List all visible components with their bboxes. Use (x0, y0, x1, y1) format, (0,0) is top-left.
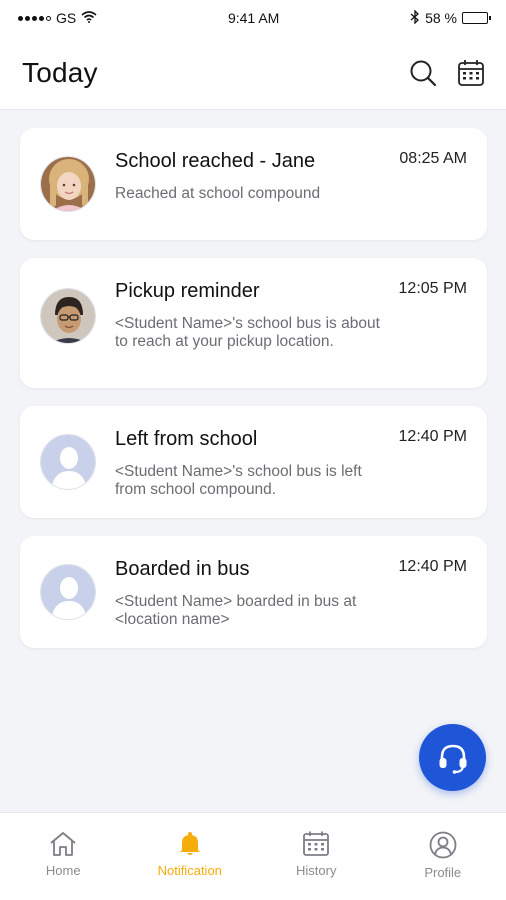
notification-card[interactable]: Boarded in bus 12:40 PM <Student Name> b… (20, 536, 487, 648)
notification-body: Reached at school compound (115, 185, 321, 202)
tab-label: Home (45, 863, 81, 878)
status-left: GS (18, 10, 97, 26)
calendar-icon (303, 831, 330, 856)
avatar-placeholder (40, 434, 96, 490)
clock-time: 9:41 AM (227, 10, 280, 26)
bell-icon (179, 832, 200, 855)
search-button[interactable] (408, 58, 438, 88)
avatar-boy (40, 288, 96, 344)
user-placeholder-icon (41, 565, 95, 619)
app-header: Today (0, 36, 506, 110)
carrier-label: GS (56, 10, 77, 26)
calendar-button[interactable] (456, 58, 486, 88)
notification-body: <Student Name>'s school bus is about to … (115, 315, 380, 350)
tab-history[interactable]: History (253, 813, 380, 900)
notification-list: School reached - Jane 08:25 AM Reached a… (20, 128, 487, 666)
notification-time: 08:25 AM (399, 150, 467, 167)
signal-icon (18, 15, 51, 21)
wifi-icon (81, 10, 97, 26)
headset-icon (439, 744, 466, 774)
search-icon (410, 60, 437, 86)
tab-label: Profile (424, 865, 462, 880)
notification-card[interactable]: Pickup reminder 12:05 PM <Student Name>'… (20, 258, 487, 388)
bottom-tab-bar: Home Notification History Profile (0, 812, 506, 900)
page-title: Today (22, 56, 98, 88)
tab-home[interactable]: Home (0, 813, 127, 900)
bluetooth-icon (410, 8, 420, 27)
battery-percentage: 58 % (425, 10, 457, 26)
user-circle-icon (429, 831, 457, 859)
battery-icon (462, 12, 491, 24)
notification-time: 12:40 PM (398, 558, 467, 575)
tab-label: History (296, 863, 337, 878)
notification-card[interactable]: School reached - Jane 08:25 AM Reached a… (20, 128, 487, 240)
status-bar: GS 9:41 AM 58 % (0, 0, 506, 36)
notification-card[interactable]: Left from school 12:40 PM <Student Name>… (20, 406, 487, 518)
tab-label: Notification (157, 863, 222, 878)
notification-body: <Student Name>'s school bus is left from… (115, 463, 362, 498)
avatar-girl (40, 156, 96, 212)
user-placeholder-icon (41, 435, 95, 489)
tab-notification[interactable]: Notification (127, 813, 254, 900)
calendar-icon (458, 59, 484, 86)
tab-profile[interactable]: Profile (380, 813, 506, 900)
notification-time: 12:05 PM (398, 280, 467, 297)
support-button[interactable] (419, 724, 486, 791)
header-actions (408, 58, 486, 88)
home-icon (50, 832, 76, 856)
status-right: 58 % (410, 8, 491, 27)
notification-time: 12:40 PM (398, 428, 467, 445)
avatar-placeholder (40, 564, 96, 620)
notification-body: <Student Name> boarded in bus at <locati… (115, 593, 357, 628)
